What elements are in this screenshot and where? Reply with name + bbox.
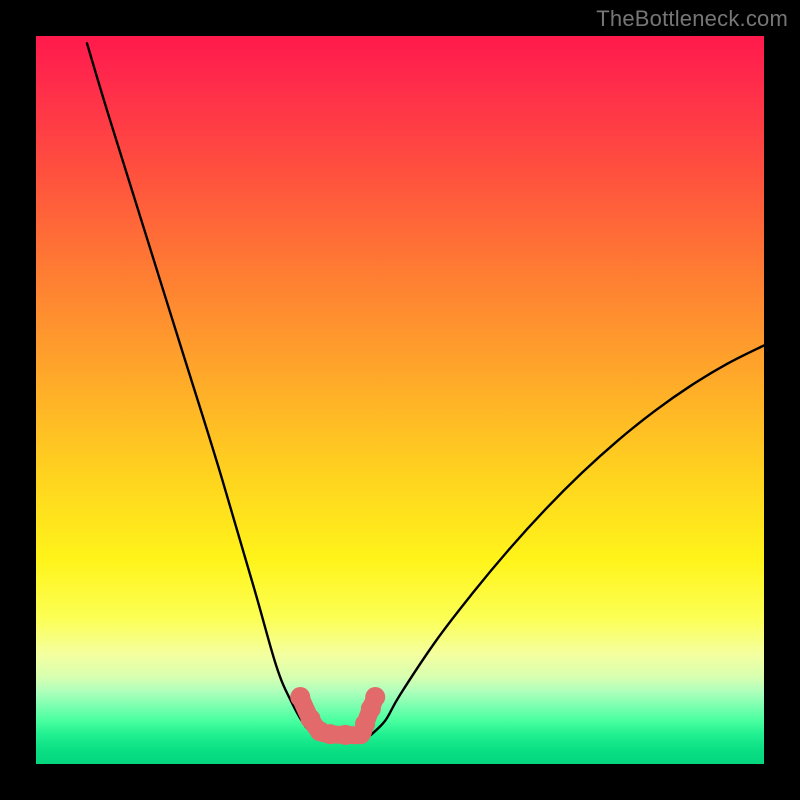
watermark-text: TheBottleneck.com bbox=[596, 6, 788, 32]
chart-svg bbox=[36, 36, 764, 764]
chart-frame: TheBottleneck.com bbox=[0, 0, 800, 800]
highlight-dot bbox=[365, 687, 385, 707]
plot-area bbox=[36, 36, 764, 764]
highlight-dot bbox=[290, 687, 310, 707]
curve-left-curve bbox=[87, 43, 316, 735]
curve-right-curve bbox=[371, 345, 764, 734]
